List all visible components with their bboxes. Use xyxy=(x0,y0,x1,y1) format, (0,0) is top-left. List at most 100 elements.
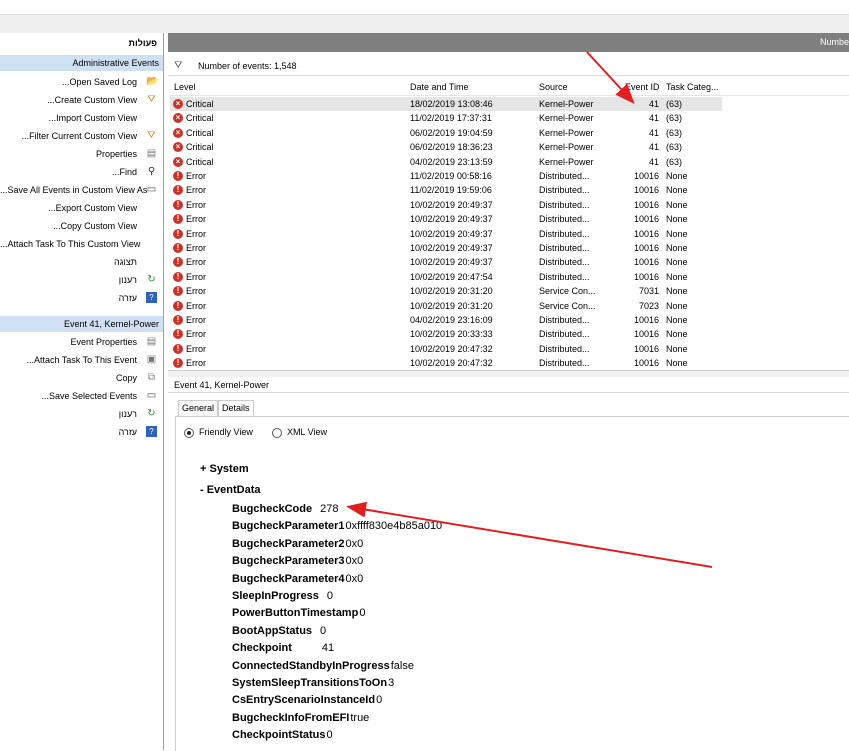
cell-source: Distributed... xyxy=(539,243,590,253)
action-item[interactable]: תצוגה xyxy=(0,253,163,271)
cell-level: Error xyxy=(186,257,206,268)
field-value: 278 xyxy=(320,503,339,515)
action-item[interactable]: ...Attach Task To This Event ▣ xyxy=(0,351,163,369)
table-row[interactable]: × Critical 11/02/2019 17:37:31 Kernel-Power… xyxy=(170,111,722,125)
filter-icon[interactable]: ⛛ xyxy=(174,60,182,71)
action-item[interactable]: ...Save All Events in Custom View As ▭ xyxy=(0,181,163,199)
action-label: ...Save All Events in Custom View As xyxy=(0,185,148,195)
table-row[interactable]: ! Error 10/02/2019 20:33:33 Distributed... 1… xyxy=(170,327,722,341)
action-item[interactable]: Properties ▤ xyxy=(0,145,163,163)
cell-task: None xyxy=(666,199,688,210)
table-row[interactable]: ! Error 10/02/2019 20:49:37 Distributed... 1… xyxy=(170,212,722,226)
action-item[interactable]: רענון ↻ xyxy=(0,271,163,289)
table-row[interactable]: ! Error 10/02/2019 20:31:20 Service Con... 7… xyxy=(170,299,722,313)
event-data-field: SleepInProgress 0 xyxy=(232,590,333,602)
cell-id: 10016 xyxy=(633,199,659,210)
cell-source: Distributed... xyxy=(539,271,590,282)
xml-view-radio[interactable]: XML View xyxy=(272,427,327,438)
action-item[interactable]: ...Copy Custom View xyxy=(0,217,163,235)
table-row[interactable]: ! Error 10/02/2019 20:47:32 Distributed... 1… xyxy=(170,342,722,356)
cell-date: 06/02/2019 19:04:59 xyxy=(410,127,493,138)
event-data-field: BootAppStatus 0 xyxy=(232,625,326,637)
cell-level: Error xyxy=(186,171,206,181)
action-item[interactable]: ...Filter Current Custom View ⛛ xyxy=(0,127,163,145)
friendly-view-radio[interactable]: Friendly View xyxy=(184,427,253,438)
event-count: Number of events: 1,548 xyxy=(198,61,297,71)
table-row[interactable]: × Critical 04/02/2019 23:13:59 Kernel-Power… xyxy=(170,155,722,169)
field-name: PowerButtonTimestamp xyxy=(232,607,359,620)
column-event-id[interactable]: Event ID xyxy=(625,82,660,92)
cell-task: None xyxy=(666,228,688,239)
tree-system[interactable]: + System xyxy=(200,463,249,475)
tab-general[interactable]: General xyxy=(178,400,219,416)
action-item[interactable]: ...Import Custom View xyxy=(0,109,163,127)
action-item[interactable]: ...Find ⚲ xyxy=(0,163,163,181)
cell-level: Error xyxy=(186,329,206,340)
event-data-field: BugcheckParameter10xffff830e4b85a010 xyxy=(232,520,442,532)
critical-icon: × xyxy=(173,156,183,167)
action-label: ...Attach Task To This Event xyxy=(26,355,137,365)
field-name: BugcheckCode xyxy=(232,503,313,515)
cell-id: 41 xyxy=(648,142,659,153)
cell-level: Error xyxy=(186,315,206,325)
action-item[interactable]: Event Properties ▤ xyxy=(0,333,163,351)
cell-date: 10/02/2019 20:49:37 xyxy=(410,243,493,253)
field-name: SleepInProgress xyxy=(232,590,319,602)
tab-details[interactable]: Details xyxy=(218,400,254,416)
cell-id: 41 xyxy=(648,99,659,109)
details-content: Friendly View XML View + System - EventD… xyxy=(175,416,849,751)
filter-icon: ⛛ xyxy=(147,94,156,105)
cell-task: None xyxy=(666,329,688,340)
cell-id: 10016 xyxy=(633,228,659,239)
table-row[interactable]: ! Error 10/02/2019 20:49:37 Distributed... 1… xyxy=(170,198,722,212)
cell-source: Distributed... xyxy=(539,228,590,239)
filter-icon: ⛛ xyxy=(147,130,156,141)
table-row[interactable]: × Critical 06/02/2019 18:36:23 Kernel-Power… xyxy=(170,140,722,154)
action-item[interactable]: רענון ↻ xyxy=(0,405,163,423)
table-row[interactable]: × Critical 18/02/2019 13:08:46 Kernel-Power… xyxy=(170,97,722,111)
critical-icon: × xyxy=(173,127,183,138)
cell-task: (63) xyxy=(666,142,683,153)
action-item[interactable]: ...Attach Task To This Custom View xyxy=(0,235,163,253)
section-event-41[interactable]: Event 41, Kernel-Power xyxy=(0,316,163,332)
action-item[interactable]: ...Save Selected Events ▭ xyxy=(0,387,163,405)
column-date[interactable]: Date and Time xyxy=(410,82,469,92)
action-item[interactable]: ...Open Saved Log 📂 xyxy=(0,73,163,91)
cell-date: 18/02/2019 13:08:46 xyxy=(410,99,493,109)
help-icon: ? xyxy=(146,426,157,437)
action-item[interactable]: ...Export Custom View xyxy=(0,199,163,217)
action-item[interactable]: Copy ⧉ xyxy=(0,369,163,387)
column-level[interactable]: Level xyxy=(174,82,196,92)
table-row[interactable]: ! Error 04/02/2019 23:16:09 Distributed... 1… xyxy=(170,313,722,327)
event-data-field: PowerButtonTimestamp0 xyxy=(232,607,365,619)
tree-eventdata[interactable]: - EventData xyxy=(200,484,261,496)
table-row[interactable]: ! Error 10/02/2019 20:47:32 Distributed... 1… xyxy=(170,356,722,368)
event-data-field: BugcheckParameter20x0 xyxy=(232,538,363,550)
action-label: ...Attach Task To This Custom View xyxy=(0,239,141,249)
cell-level: Error xyxy=(186,271,206,282)
action-item[interactable]: ...Create Custom View ⛛ xyxy=(0,91,163,109)
table-row[interactable]: ! Error 11/02/2019 00:58:16 Distributed... 1… xyxy=(170,169,722,183)
cell-level: Error xyxy=(186,358,206,368)
action-item[interactable]: עזרה? xyxy=(0,289,163,307)
table-row[interactable]: ! Error 10/02/2019 20:47:54 Distributed... 1… xyxy=(170,270,722,284)
cell-task: None xyxy=(666,271,688,282)
field-name: BugcheckParameter3 xyxy=(232,555,345,568)
table-row[interactable]: ! Error 10/02/2019 20:49:37 Distributed... 1… xyxy=(170,241,722,255)
properties-icon: ▤ xyxy=(146,336,157,347)
table-row[interactable]: × Critical 06/02/2019 19:04:59 Kernel-Power… xyxy=(170,126,722,140)
top-gap xyxy=(0,15,849,33)
table-row[interactable]: ! Error 10/02/2019 20:49:37 Distributed... 1… xyxy=(170,255,722,269)
table-row[interactable]: ! Error 10/02/2019 20:49:37 Distributed... 1… xyxy=(170,227,722,241)
column-source[interactable]: Source xyxy=(539,82,568,92)
action-item[interactable]: עזרה? xyxy=(0,423,163,441)
table-row[interactable]: ! Error 10/02/2019 20:31:20 Service Con... 7… xyxy=(170,284,722,298)
table-row[interactable]: ! Error 11/02/2019 19:59:06 Distributed... 1… xyxy=(170,183,722,197)
error-icon: ! xyxy=(173,243,183,253)
cell-id: 10016 xyxy=(633,214,659,225)
column-task-category[interactable]: Task Categ... xyxy=(666,82,719,92)
cell-id: 10016 xyxy=(633,271,659,282)
section-administrative-events[interactable]: Administrative Events xyxy=(0,55,163,71)
cell-level: Error xyxy=(186,228,206,239)
error-icon: ! xyxy=(173,199,183,210)
